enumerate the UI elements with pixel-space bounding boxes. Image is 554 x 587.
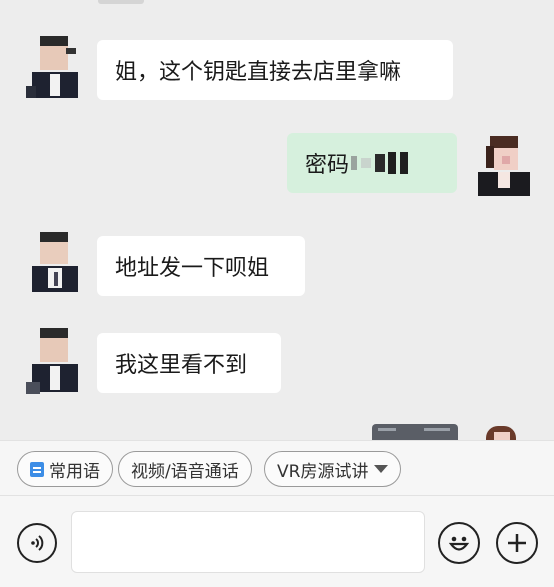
input-bar — [0, 496, 554, 587]
contact-avatar[interactable] — [26, 232, 84, 298]
previous-message-edge — [98, 0, 144, 4]
common-phrases-button[interactable]: 常用语 — [17, 451, 113, 487]
message-bubble[interactable]: 姐，这个钥匙直接去店里拿嘛 — [97, 40, 453, 100]
contact-avatar[interactable] — [26, 36, 84, 102]
emoji-icon — [448, 536, 470, 551]
message-bubble-outgoing[interactable]: 密码 — [287, 133, 457, 193]
message-bubble[interactable]: 我这里看不到 — [97, 333, 281, 393]
chat-area[interactable]: 姐，这个钥匙直接去店里拿嘛 密码 地址发一下呗姐 我这里看不到 — [0, 0, 554, 440]
message-input[interactable] — [71, 511, 425, 573]
plus-icon — [508, 534, 526, 552]
message-text: 密码 — [305, 153, 350, 178]
document-icon — [30, 461, 44, 477]
quick-reply-bar: 常用语 视频/语音通话 VR房源试讲 — [0, 440, 554, 496]
message-text: 我这里看不到 — [115, 353, 248, 378]
vr-tour-button[interactable]: VR房源试讲 — [264, 451, 402, 487]
redacted-password — [351, 152, 409, 174]
chip-label: 视频/语音通话 — [131, 461, 239, 482]
more-button[interactable] — [496, 522, 538, 564]
my-avatar[interactable] — [482, 424, 540, 440]
message-text: 地址发一下呗姐 — [115, 256, 270, 281]
chip-label: 常用语 — [49, 461, 100, 482]
message-text: 姐，这个钥匙直接去店里拿嘛 — [115, 60, 402, 85]
message-bubble[interactable]: 地址发一下呗姐 — [97, 236, 305, 296]
voice-input-button[interactable] — [17, 523, 57, 563]
chevron-down-icon — [374, 465, 389, 473]
video-voice-call-button[interactable]: 视频/语音通话 — [118, 451, 252, 487]
voice-icon — [31, 535, 44, 551]
my-avatar[interactable] — [474, 136, 532, 202]
contact-avatar[interactable] — [26, 328, 84, 394]
emoji-button[interactable] — [438, 522, 480, 564]
chip-label: VR房源试讲 — [277, 461, 369, 482]
shared-image-thumbnail[interactable] — [372, 424, 458, 440]
